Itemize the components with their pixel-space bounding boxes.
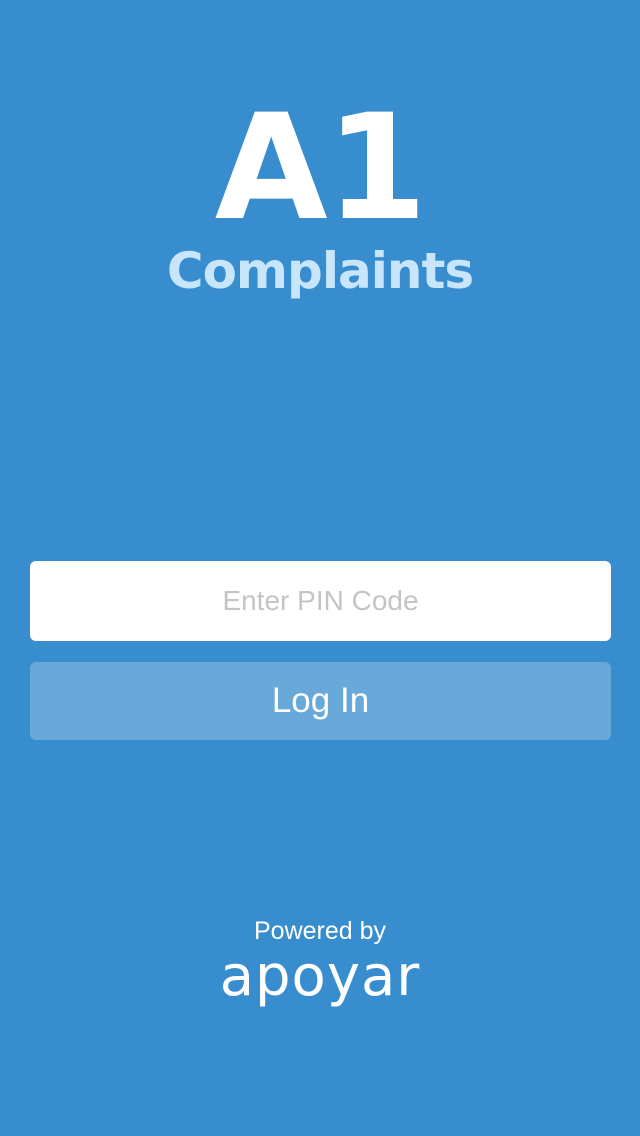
login-button[interactable]: Log In bbox=[30, 662, 611, 740]
app-title: A1 bbox=[214, 83, 428, 253]
apoyar-logo: apoyar bbox=[219, 944, 421, 1009]
pin-code-input[interactable] bbox=[30, 561, 611, 641]
powered-by-label: Powered by bbox=[253, 917, 387, 945]
app-subtitle: Complaints bbox=[166, 242, 474, 300]
login-screen: A1 Complaints Log In Powered by apoyar bbox=[0, 0, 640, 1136]
